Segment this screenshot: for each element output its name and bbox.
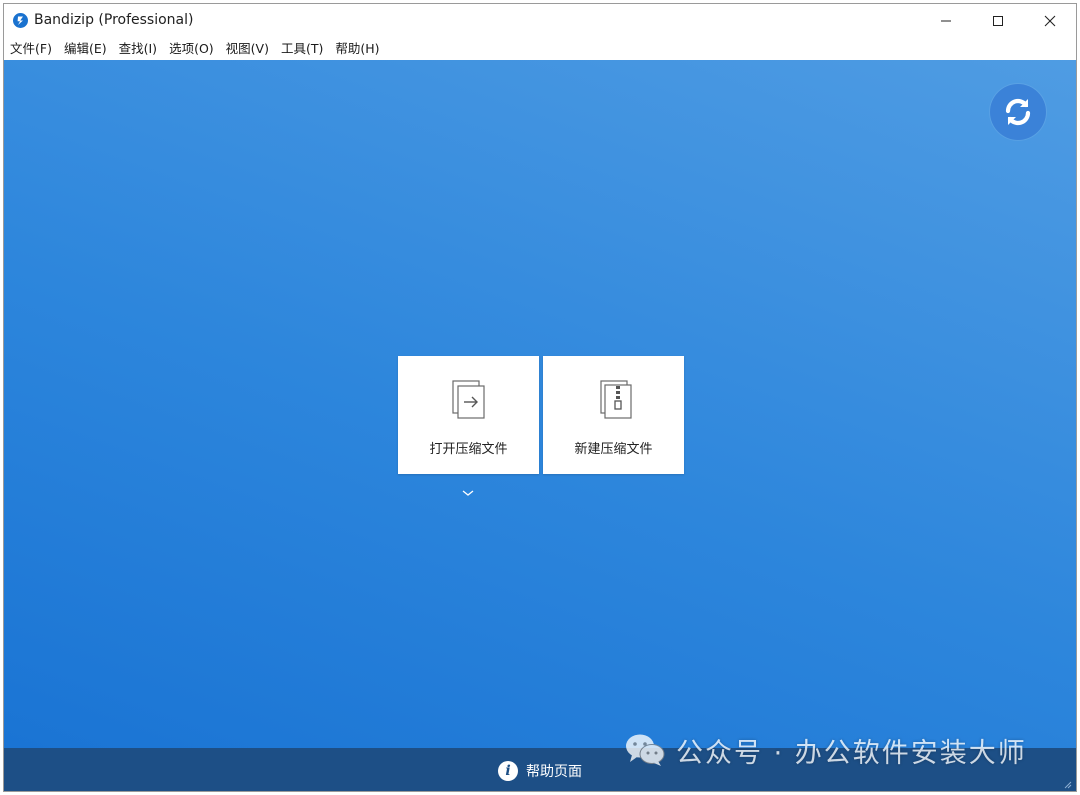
- menu-edit[interactable]: 编辑(E): [58, 37, 113, 60]
- menu-help[interactable]: 帮助(H): [329, 37, 385, 60]
- resize-grip-icon[interactable]: [1062, 779, 1072, 789]
- title-bar: Bandizip (Professional): [4, 4, 1076, 37]
- open-archive-button[interactable]: 打开压缩文件: [398, 356, 539, 474]
- menu-find[interactable]: 查找(I): [113, 37, 163, 60]
- wechat-icon: [624, 732, 666, 768]
- menu-file[interactable]: 文件(F): [4, 37, 58, 60]
- new-archive-label: 新建压缩文件: [574, 442, 653, 457]
- close-icon: [1044, 15, 1056, 27]
- bandizip-window: Bandizip (Professional) 文件(F) 编辑(E) 查找(I…: [3, 3, 1077, 792]
- chevron-down-icon: [462, 490, 474, 496]
- maximize-icon: [993, 16, 1003, 26]
- open-archive-label: 打开压缩文件: [429, 442, 508, 457]
- new-archive-button[interactable]: 新建压缩文件: [543, 356, 684, 474]
- watermark-text: 公众号 · 办公软件安装大师: [676, 737, 1027, 769]
- open-archive-icon: [447, 378, 491, 422]
- window-title: Bandizip (Professional): [34, 12, 194, 28]
- menu-tools[interactable]: 工具(T): [275, 37, 329, 60]
- help-page-label: 帮助页面: [526, 764, 582, 780]
- refresh-button[interactable]: [990, 84, 1046, 140]
- menu-view[interactable]: 视图(V): [220, 37, 275, 60]
- watermark: 公众号 · 办公软件安装大师: [624, 730, 1027, 770]
- open-archive-dropdown[interactable]: [461, 483, 475, 496]
- info-icon: i: [498, 761, 518, 781]
- menu-bar: 文件(F) 编辑(E) 查找(I) 选项(O) 视图(V) 工具(T) 帮助(H…: [4, 37, 1076, 60]
- new-archive-icon: [592, 378, 636, 422]
- close-button[interactable]: [1024, 4, 1076, 37]
- bandizip-logo-icon: [13, 13, 28, 28]
- help-page-link[interactable]: i 帮助页面: [498, 760, 582, 782]
- minimize-icon: [941, 20, 951, 22]
- menu-options[interactable]: 选项(O): [163, 37, 220, 60]
- refresh-icon: [1005, 98, 1031, 126]
- minimize-button[interactable]: [920, 4, 972, 37]
- maximize-button[interactable]: [972, 4, 1024, 37]
- main-content-area: 打开压缩文件 新建压缩文件: [4, 60, 1076, 748]
